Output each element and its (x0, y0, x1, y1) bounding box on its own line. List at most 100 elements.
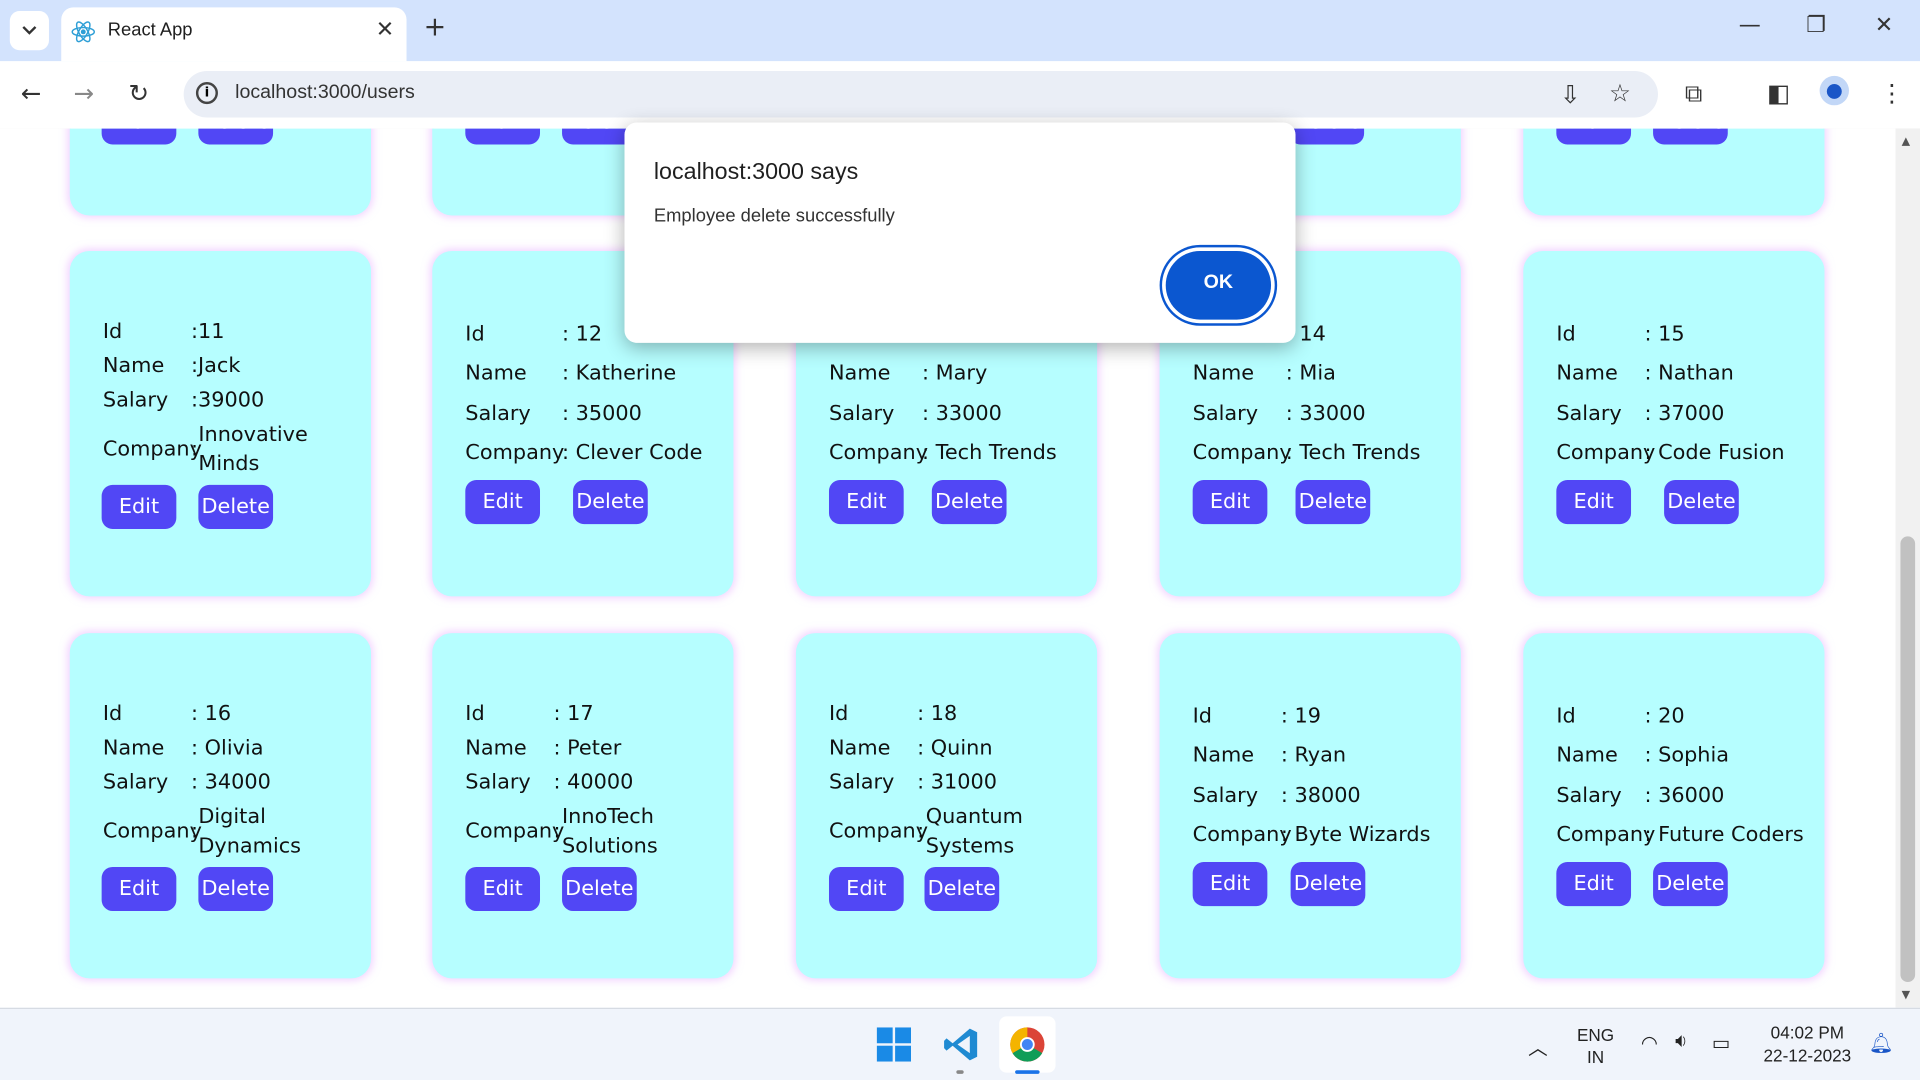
chevron-up-icon[interactable]: ︿ (1528, 1031, 1548, 1060)
company-value-line1: Innovative (198, 422, 308, 447)
extensions-icon[interactable]: ⧉ (1685, 78, 1702, 107)
id-value: : 16 (191, 701, 232, 727)
salary-value: :39000 (191, 388, 265, 413)
language-indicator[interactable]: ENG IN (1573, 1024, 1617, 1068)
windows-taskbar: ︿ ENG IN ◠ 🔉︎ ▭ 04:02 PM 22-12-2023 🔔︎ (0, 1007, 1920, 1080)
side-panel-icon[interactable]: ◧ (1767, 78, 1790, 107)
menu-kebab-icon[interactable]: ⋮ (1880, 78, 1904, 107)
delete-button[interactable]: Delete (198, 866, 274, 912)
id-label: Id (102, 319, 123, 345)
company-label: Company (1556, 822, 1656, 848)
edit-button[interactable]: Edit (1556, 128, 1632, 145)
id-value: : 20 (1644, 704, 1685, 729)
chrome-active-indicator (1015, 1070, 1040, 1074)
salary-label: Salary (1556, 401, 1622, 427)
delete-button[interactable]: Delete (1290, 862, 1366, 907)
salary-label: Salary (465, 770, 531, 795)
site-info-icon[interactable]: i (195, 82, 218, 105)
new-tab-button[interactable]: + (424, 12, 447, 43)
delete-button[interactable]: Delete (198, 484, 274, 529)
profile-avatar-icon[interactable]: ● (1819, 75, 1849, 106)
scroll-down-arrow-icon[interactable]: ▼ (1902, 989, 1910, 1001)
edit-button[interactable]: Edit (101, 128, 177, 145)
edit-button[interactable]: Edit (1192, 862, 1268, 907)
delete-button[interactable]: Delete (1664, 480, 1739, 525)
volume-icon[interactable]: 🔉︎ (1675, 1031, 1687, 1053)
company-value-line1: Quantum (925, 804, 1023, 829)
scroll-up-arrow-icon[interactable]: ▲ (1902, 136, 1910, 148)
delete-button[interactable]: Delete (1295, 480, 1371, 525)
tab-search-button[interactable] (9, 11, 49, 51)
company-label: Company (1556, 440, 1656, 466)
company-value-line1: Digital (198, 804, 266, 829)
scroll-thumb[interactable] (1900, 536, 1916, 983)
name-value: : Olivia (191, 735, 264, 761)
window-close-icon[interactable]: ✕ (1875, 12, 1893, 38)
company-value-line2: Systems (925, 833, 1015, 859)
chrome-taskbar-button[interactable] (999, 1016, 1056, 1073)
employee-card: Id:11 Name:Jack Salary:39000 Company: In… (69, 251, 372, 597)
wifi-icon[interactable]: ◠ (1641, 1031, 1658, 1055)
edit-button[interactable]: Edit (1556, 480, 1632, 525)
edit-button[interactable]: Edit (828, 866, 904, 912)
language-code: ENG (1576, 1024, 1615, 1045)
clock[interactable]: 04:02 PM 22-12-2023 (1758, 1021, 1856, 1068)
company-label: Company (102, 819, 202, 844)
salary-label: Salary (1192, 783, 1259, 809)
id-value: : 15 (1644, 322, 1685, 347)
restore-icon[interactable]: ❐ (1806, 12, 1826, 38)
forward-icon[interactable]: → (73, 78, 94, 107)
id-label: Id (1556, 322, 1576, 347)
notification-bell-icon[interactable]: 🔔︎ (1869, 1031, 1894, 1055)
edit-button[interactable]: Edit (828, 480, 904, 525)
delete-button[interactable]: Delete (1289, 128, 1365, 145)
id-label: Id (1192, 704, 1213, 729)
employee-card: Id: 19 Name: Ryan Salary: 38000 Company:… (1159, 633, 1461, 979)
edit-button[interactable]: Edit (1556, 862, 1632, 907)
back-icon[interactable]: ← (21, 78, 42, 107)
name-label: Name (1556, 743, 1618, 768)
tab-react-app[interactable]: React App ✕ (61, 7, 407, 62)
delete-button[interactable]: Delete (1653, 128, 1728, 145)
employee-card: Id: 17 Name: Peter Salary: 40000 Company… (432, 633, 734, 979)
vscode-taskbar-button[interactable] (933, 1016, 989, 1072)
delete-button[interactable]: Delete (573, 480, 648, 525)
salary-label: Salary (828, 770, 895, 795)
salary-value: : 35000 (562, 401, 642, 427)
salary-label: Salary (828, 401, 895, 427)
address-bar[interactable]: i localhost:3000/users ⇩ ☆ (183, 71, 1658, 118)
company-value: : Code Fusion (1644, 440, 1785, 466)
edit-button[interactable]: Edit (1192, 480, 1268, 525)
minimize-icon[interactable]: — (1739, 12, 1761, 38)
edit-button[interactable]: Edit (101, 484, 177, 529)
delete-button[interactable]: Delete (924, 866, 1000, 912)
name-value: : Nathan (1644, 361, 1734, 386)
install-app-icon[interactable]: ⇩ (1560, 80, 1581, 109)
edit-button[interactable]: Edit (465, 128, 541, 145)
edit-button[interactable]: Edit (465, 866, 541, 912)
company-value-line2: Dynamics (198, 833, 302, 859)
close-icon[interactable]: ✕ (376, 17, 394, 43)
edit-button[interactable]: Edit (101, 866, 177, 912)
delete-button[interactable]: Delete (562, 866, 637, 912)
company-value: : Future Coders (1644, 822, 1804, 848)
ok-button[interactable]: OK (1165, 251, 1272, 320)
page-scrollbar[interactable]: ▲ ▼ (1895, 128, 1920, 1008)
battery-icon[interactable]: ▭ (1712, 1031, 1731, 1055)
delete-button[interactable]: Delete (198, 128, 274, 145)
name-value: : Quinn (917, 735, 993, 761)
start-button[interactable] (866, 1016, 922, 1072)
reload-icon[interactable]: ↻ (129, 78, 150, 107)
company-value: : Tech Trends (922, 440, 1057, 466)
dialog-message: Employee delete successfully (653, 205, 895, 227)
url-text[interactable]: localhost:3000/users (235, 82, 415, 104)
bookmark-star-icon[interactable]: ☆ (1609, 78, 1631, 107)
salary-value: : 38000 (1280, 783, 1361, 809)
windows-logo-icon (876, 1027, 912, 1062)
clock-date: 22-12-2023 (1763, 1045, 1852, 1066)
id-label: Id (465, 701, 485, 727)
salary-value: : 33000 (1285, 401, 1366, 427)
edit-button[interactable]: Edit (465, 480, 541, 525)
delete-button[interactable]: Delete (1653, 862, 1728, 907)
delete-button[interactable]: Delete (931, 480, 1007, 525)
